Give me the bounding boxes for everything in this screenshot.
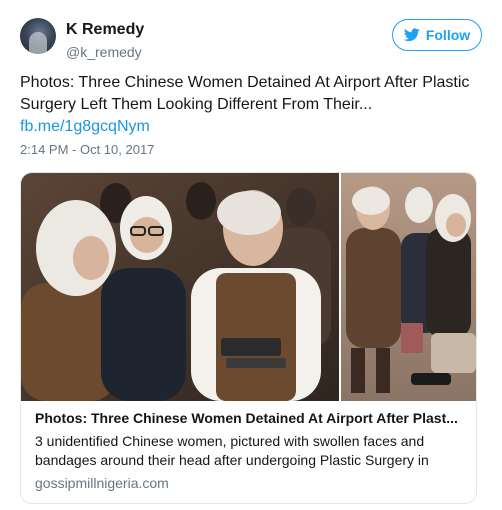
author-handle[interactable]: @k_remedy [66, 43, 144, 61]
avatar[interactable] [20, 18, 56, 54]
tweet-container: K Remedy @k_remedy Follow Photos: Three … [0, 0, 502, 510]
card-domain[interactable]: gossipmillnigeria.com [35, 475, 465, 491]
tweet-header: K Remedy @k_remedy Follow [20, 14, 482, 64]
tweet-link[interactable]: fb.me/1g8gcqNym [20, 116, 482, 138]
author-display-name[interactable]: K Remedy [66, 20, 144, 40]
tweet-body: Photos: Three Chinese Women Detained At … [20, 74, 470, 113]
tweet-timestamp[interactable]: 2:14 PM - Oct 10, 2017 [20, 142, 154, 157]
card-title[interactable]: Photos: Three Chinese Women Detained At … [35, 409, 465, 427]
twitter-bird-icon [403, 28, 420, 42]
link-preview-card[interactable]: Photos: Three Chinese Women Detained At … [20, 172, 477, 504]
author-names: K Remedy @k_remedy [66, 20, 144, 61]
card-image[interactable] [21, 173, 476, 401]
card-photo [21, 173, 476, 401]
avatar-figure [29, 32, 47, 54]
follow-button[interactable]: Follow [392, 19, 482, 51]
tweet-text: Photos: Three Chinese Women Detained At … [20, 72, 482, 138]
card-description: 3 unidentified Chinese women, pictured w… [35, 433, 429, 468]
follow-label: Follow [425, 27, 471, 43]
card-body: Photos: Three Chinese Women Detained At … [35, 409, 465, 491]
